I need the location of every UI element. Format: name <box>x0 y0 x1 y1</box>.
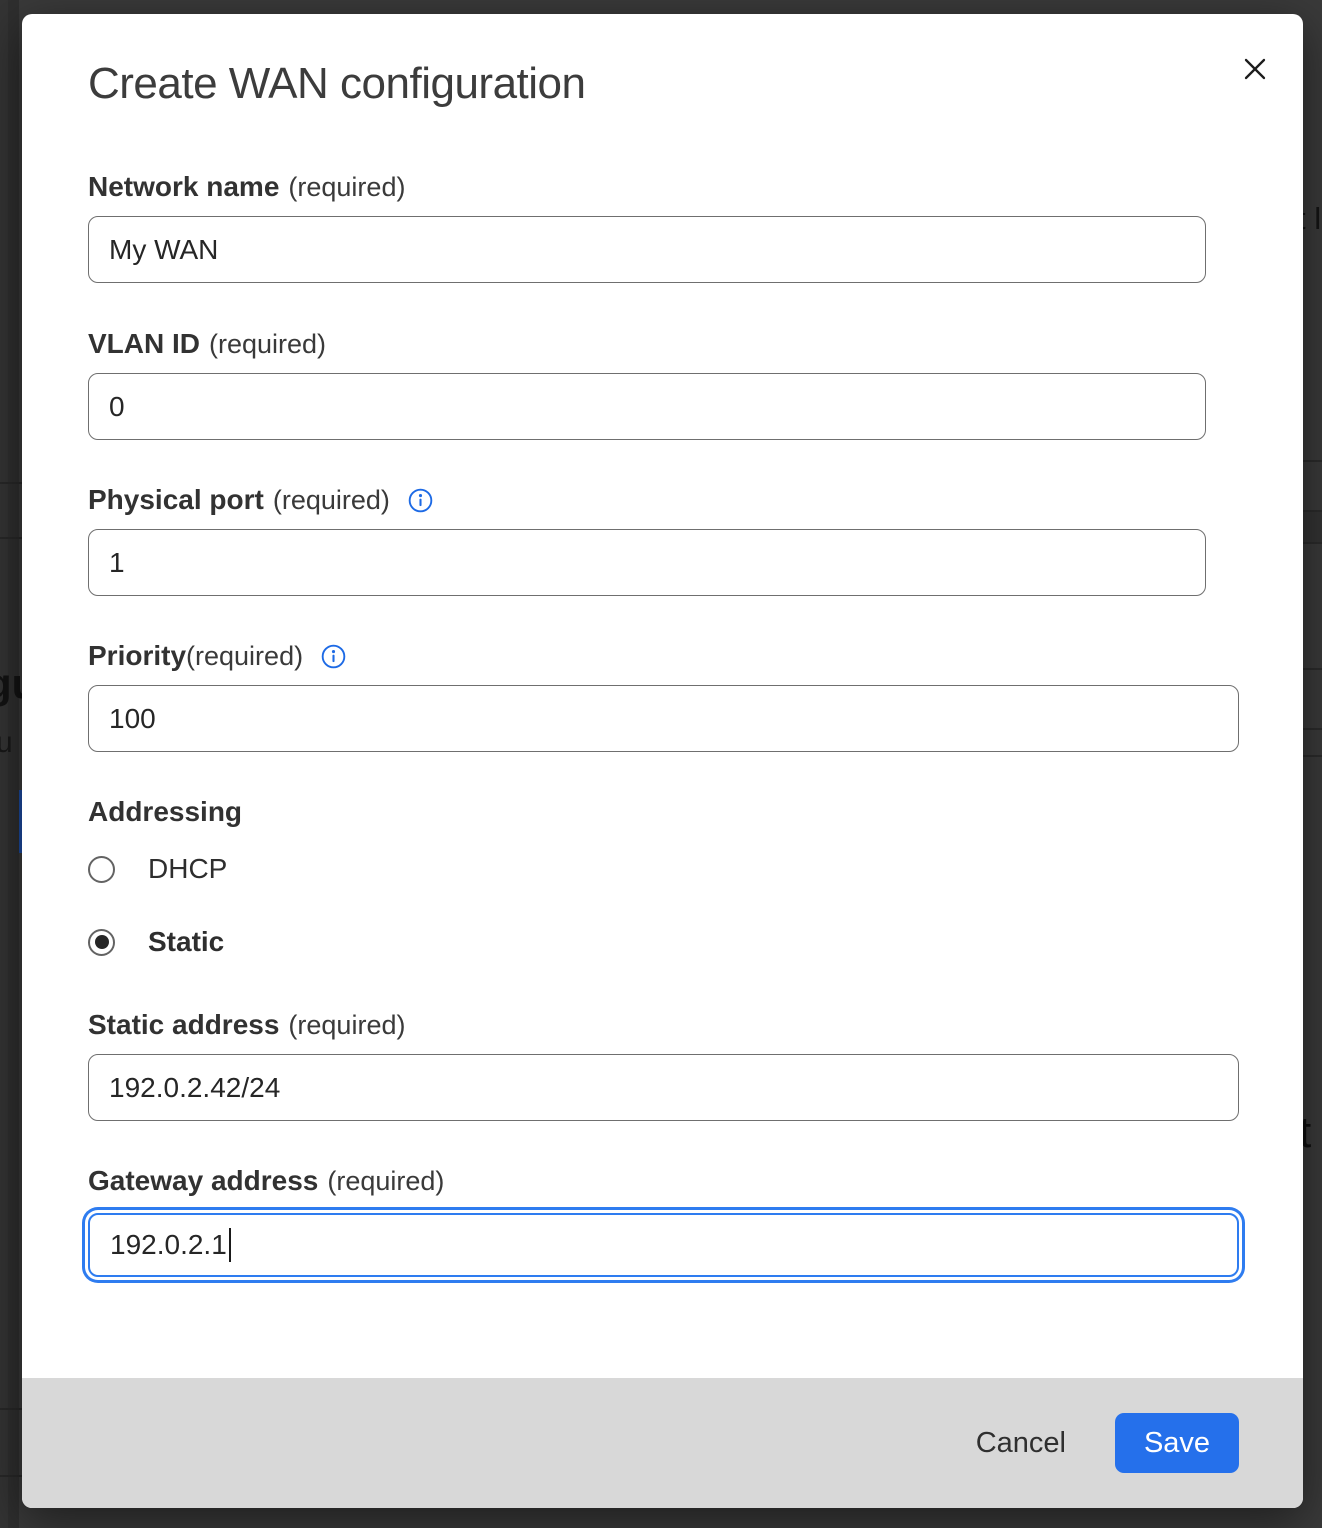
background-divider <box>0 537 22 539</box>
static-address-label: Static address (required) <box>88 1008 1239 1042</box>
radio-dot <box>95 935 109 949</box>
radio-button-unselected[interactable] <box>88 856 115 883</box>
background-text-fragment: u <box>0 726 13 760</box>
save-button[interactable]: Save <box>1115 1413 1239 1473</box>
field-physical-port: Physical port (required) <box>88 483 1239 596</box>
info-icon[interactable] <box>408 488 433 513</box>
cancel-button[interactable]: Cancel <box>976 1427 1066 1460</box>
gateway-address-input[interactable]: 192.0.2.1 <box>88 1213 1239 1277</box>
background-divider <box>0 1475 22 1477</box>
static-address-input[interactable] <box>88 1054 1239 1121</box>
field-vlan-id: VLAN ID (required) <box>88 327 1239 440</box>
close-icon <box>1240 54 1270 84</box>
gateway-address-label: Gateway address (required) <box>88 1164 1239 1198</box>
network-name-label: Network name (required) <box>88 170 1239 204</box>
required-hint: (required) <box>186 639 303 673</box>
radio-button-selected[interactable] <box>88 929 115 956</box>
close-button[interactable] <box>1237 51 1273 87</box>
background-strip <box>0 0 8 1528</box>
vlan-id-input[interactable] <box>88 373 1206 440</box>
addressing-heading: Addressing <box>88 795 1239 829</box>
physical-port-label: Physical port (required) <box>88 483 1239 517</box>
priority-label: Priority (required) <box>88 639 1239 673</box>
field-static-address: Static address (required) <box>88 1008 1239 1121</box>
priority-input[interactable] <box>88 685 1239 752</box>
required-hint: (required) <box>288 170 405 204</box>
field-priority: Priority (required) <box>88 639 1239 752</box>
radio-label: DHCP <box>148 853 227 885</box>
required-hint: (required) <box>209 327 326 361</box>
background-divider <box>0 1408 22 1410</box>
network-name-input[interactable] <box>88 216 1206 283</box>
required-hint: (required) <box>288 1008 405 1042</box>
addressing-section: Addressing DHCP Static <box>88 795 1239 959</box>
field-gateway-address: Gateway address (required) 192.0.2.1 <box>88 1164 1239 1277</box>
background-row-band <box>1303 512 1322 542</box>
background-scrollbar-strip <box>8 0 19 1528</box>
required-hint: (required) <box>273 483 390 517</box>
background-divider <box>1303 728 1322 730</box>
dialog-title: Create WAN configuration <box>88 58 1239 110</box>
gateway-address-value: 192.0.2.1 <box>110 1229 227 1261</box>
background-divider <box>1303 460 1322 462</box>
info-icon[interactable] <box>321 644 346 669</box>
radio-label: Static <box>148 926 224 958</box>
required-hint: (required) <box>327 1164 444 1198</box>
background-divider <box>1303 668 1322 670</box>
create-wan-dialog: Create WAN configuration Network name (r… <box>22 14 1303 1508</box>
radio-option-static[interactable]: Static <box>88 925 1239 959</box>
vlan-id-label: VLAN ID (required) <box>88 327 1239 361</box>
background-divider <box>1303 510 1322 512</box>
radio-option-dhcp[interactable]: DHCP <box>88 852 1239 886</box>
background-divider <box>1303 542 1322 544</box>
field-network-name: Network name (required) <box>88 170 1239 283</box>
dialog-footer: Cancel Save <box>22 1378 1303 1508</box>
physical-port-input[interactable] <box>88 529 1206 596</box>
background-divider <box>0 482 22 484</box>
text-cursor <box>229 1228 231 1262</box>
background-divider <box>1303 755 1322 757</box>
